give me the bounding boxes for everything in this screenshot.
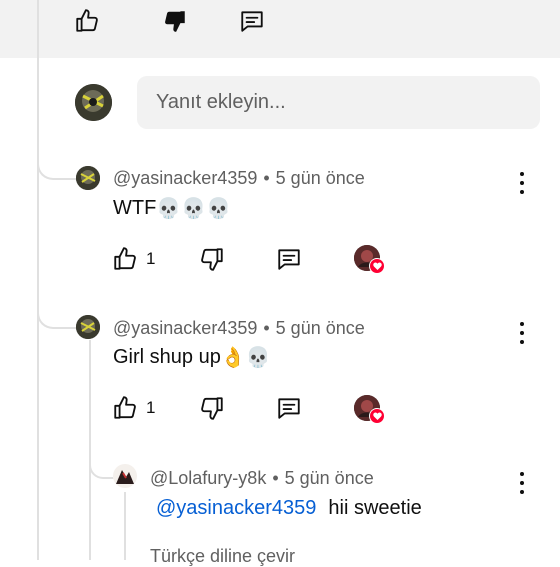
- comment-time[interactable]: 5 gün önce: [276, 168, 365, 189]
- heart-icon: [369, 258, 385, 274]
- comment-reply-button[interactable]: [276, 395, 302, 421]
- reply-button[interactable]: [239, 8, 265, 34]
- reply-meta: @Lolafury-y8k • 5 gün önce: [150, 468, 374, 489]
- meta-separator: •: [263, 168, 270, 188]
- thread-branch: [37, 130, 79, 180]
- translate-label[interactable]: Türkçe diline çevir: [150, 546, 295, 566]
- more-vert-icon: [520, 472, 524, 476]
- commenter-avatar[interactable]: [76, 166, 100, 190]
- comment-reply-button[interactable]: [276, 246, 302, 272]
- meta-separator: •: [272, 468, 279, 488]
- comment-text-content: WTF: [113, 197, 157, 219]
- reply-author[interactable]: @Lolafury-y8k: [150, 468, 266, 489]
- more-options-button[interactable]: [517, 172, 527, 194]
- comment-dislike-button[interactable]: [199, 246, 225, 272]
- thumbs-down-filled-icon: [165, 11, 185, 32]
- commenter-avatar[interactable]: [76, 315, 100, 339]
- reply-text-content: hii sweetie: [328, 497, 422, 519]
- comment-text-content: Girl shup up: [113, 346, 221, 368]
- more-vert-icon: [520, 172, 524, 176]
- comment-time[interactable]: 5 gün önce: [276, 318, 365, 339]
- comment-dislike-button[interactable]: [199, 395, 225, 421]
- like-count: 1: [146, 249, 156, 268]
- comment-emoji: 💀💀💀: [156, 198, 232, 220]
- reply-time[interactable]: 5 gün önce: [285, 468, 374, 489]
- heart-icon: [369, 408, 385, 424]
- comment-icon: [278, 398, 300, 419]
- like-button[interactable]: [74, 8, 100, 34]
- comment-like-button[interactable]: 1: [112, 246, 155, 272]
- comment-icon: [241, 11, 263, 32]
- comment-emoji: 👌💀: [220, 347, 271, 369]
- meta-separator: •: [263, 318, 270, 338]
- comment-author[interactable]: @yasinacker4359: [113, 318, 257, 339]
- thumbs-down-icon: [201, 397, 223, 420]
- current-user-avatar: [75, 84, 112, 121]
- thumbs-up-icon: [76, 9, 98, 32]
- thumbs-up-icon: [114, 247, 136, 270]
- creator-heart-badge: [354, 395, 388, 425]
- thumbs-up-icon: [114, 396, 136, 419]
- comment-text: WTF 💀💀💀: [113, 196, 231, 221]
- comment-author[interactable]: @yasinacker4359: [113, 168, 257, 189]
- reply-input-placeholder: Yanıt ekleyin...: [156, 91, 286, 113]
- comment-like-button[interactable]: 1: [112, 395, 155, 421]
- reply-input[interactable]: Yanıt ekleyin...: [137, 76, 540, 129]
- like-count: 1: [146, 398, 156, 417]
- more-options-button[interactable]: [517, 322, 527, 344]
- thread-branch: [37, 280, 79, 329]
- more-options-button[interactable]: [517, 472, 527, 494]
- reply-author-avatar[interactable]: [113, 464, 137, 488]
- creator-heart-badge: [354, 245, 388, 275]
- comment-icon: [278, 249, 300, 270]
- thumbs-down-icon: [201, 248, 223, 271]
- comment-meta: @yasinacker4359 • 5 gün önce: [113, 168, 365, 189]
- translate-link[interactable]: Türkçe diline çevir: [150, 546, 295, 567]
- reply-thread-branch: [89, 430, 115, 479]
- nested-thread-line: [124, 492, 126, 560]
- comment-text: Girl shup up 👌💀: [113, 345, 271, 370]
- reply-text: @yasinacker4359 hii sweetie: [156, 497, 422, 520]
- dislike-button[interactable]: [162, 8, 188, 34]
- mention-link[interactable]: @yasinacker4359: [156, 497, 316, 520]
- comment-meta: @yasinacker4359 • 5 gün önce: [113, 318, 365, 339]
- more-vert-icon: [520, 322, 524, 326]
